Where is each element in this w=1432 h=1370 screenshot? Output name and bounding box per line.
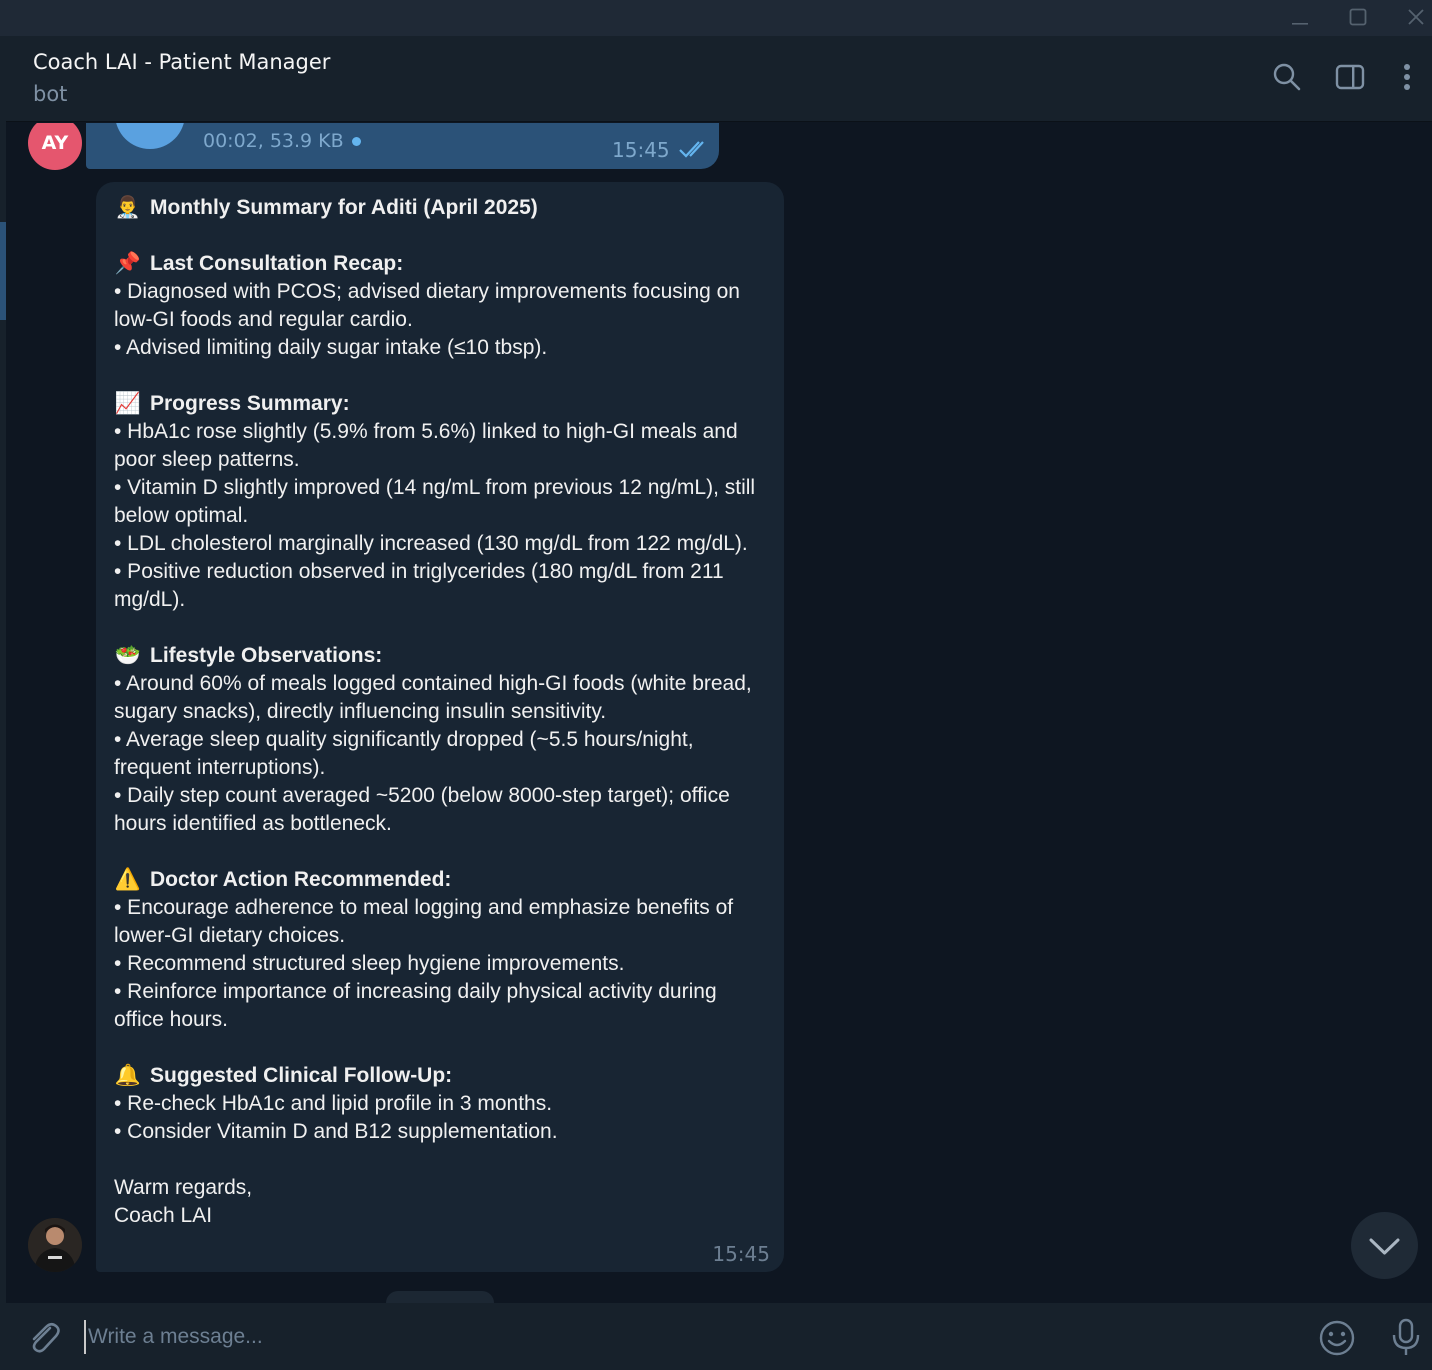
more-vertical-icon [1404, 64, 1410, 90]
message-input[interactable] [84, 1320, 1284, 1354]
summary-title-row: 👨‍⚕️ Monthly Summary for Aditi (April 202… [114, 194, 766, 222]
smiley-icon [1319, 1320, 1355, 1356]
list-item: • Daily step count averaged ~5200 (below… [114, 784, 730, 835]
maximize-icon [1349, 8, 1367, 26]
maximize-button[interactable] [1343, 4, 1373, 32]
search-icon [1273, 63, 1301, 91]
sidebar-toggle-button[interactable] [1335, 62, 1365, 96]
warning-emoji-icon: ⚠️ [114, 868, 142, 891]
list-item: • Reinforce importance of increasing dai… [114, 980, 717, 1031]
message-time: 15:45 [612, 138, 670, 162]
closing-text: Warm regards, [114, 1176, 253, 1199]
emoji-button[interactable] [1318, 1319, 1356, 1361]
pushpin-emoji-icon: 📌 [114, 252, 142, 275]
chart-increasing-emoji-icon: 📈 [114, 392, 142, 415]
summary-title: Monthly Summary for Aditi (April 2025) [150, 196, 538, 219]
list-item: • Advised limiting daily sugar intake (≤… [114, 336, 548, 359]
unplayed-dot [351, 137, 361, 146]
double-check-icon [679, 141, 704, 158]
date-divider [386, 1291, 494, 1303]
list-item: • Positive reduction observed in triglyc… [114, 560, 724, 611]
search-button[interactable] [1272, 62, 1302, 96]
list-item: • Consider Vitamin D and B12 supplementa… [114, 1120, 558, 1143]
chevron-down-icon [1369, 1238, 1400, 1255]
section-heading: Suggested Clinical Follow-Up: [150, 1064, 453, 1087]
chat-title: Coach LAI - Patient Manager [33, 50, 331, 74]
composer-bar [6, 1303, 1432, 1370]
section-progress-summary: 📈 Progress Summary: • HbA1c rose slightly… [114, 390, 766, 614]
list-item: • LDL cholesterol marginally increased (… [114, 532, 748, 555]
message-time: 15:45 [712, 1242, 770, 1266]
voice-message-bubble[interactable]: 00:02, 53.9 KB 15:45 [86, 123, 719, 169]
bell-emoji-icon: 🔔 [114, 1064, 142, 1087]
coach-photo-icon [28, 1218, 82, 1272]
message-list[interactable]: 00:02, 53.9 KB 15:45 AY 👨‍⚕️ Monthly Summ… [6, 123, 1432, 1303]
section-consultation-recap: 📌 Last Consultation Recap: • Diagnosed wi… [114, 250, 766, 362]
list-item: • Encourage adherence to meal logging an… [114, 896, 734, 947]
salad-emoji-icon: 🥗 [114, 644, 142, 667]
voice-record-button[interactable] [1391, 1317, 1421, 1361]
doctor-emoji-icon: 👨‍⚕️ [114, 196, 142, 219]
chat-header[interactable]: Coach LAI - Patient Manager bot [6, 36, 1432, 122]
chat-subtitle: bot [33, 82, 68, 106]
play-button[interactable] [115, 123, 185, 149]
list-item: • Around 60% of meals logged contained h… [114, 672, 752, 723]
attach-button[interactable] [26, 1319, 62, 1361]
minimize-icon [1292, 23, 1308, 25]
section-heading: Doctor Action Recommended: [150, 868, 452, 891]
list-item: • Average sleep quality significantly dr… [114, 728, 694, 779]
close-button[interactable] [1401, 4, 1431, 32]
minimize-button[interactable] [1285, 4, 1315, 32]
window-titlebar [0, 0, 1432, 36]
sidebar-panel-icon [1335, 64, 1365, 90]
list-item: • Diagnosed with PCOS; advised dietary i… [114, 280, 740, 331]
section-lifestyle-observations: 🥗 Lifestyle Observations: • Around 60% of… [114, 642, 766, 838]
section-heading: Lifestyle Observations: [150, 644, 383, 667]
list-item: • Re-check HbA1c and lipid profile in 3 … [114, 1092, 553, 1115]
section-clinical-follow-up: 🔔 Suggested Clinical Follow-Up: • Re-chec… [114, 1062, 766, 1146]
section-heading: Progress Summary: [150, 392, 350, 415]
section-doctor-action: ⚠️ Doctor Action Recommended: • Encourage… [114, 866, 766, 1034]
voice-duration-size: 00:02, 53.9 KB [203, 130, 344, 152]
signature-text: Coach LAI [114, 1204, 213, 1227]
section-heading: Last Consultation Recap: [150, 252, 404, 275]
bot-avatar[interactable] [28, 1218, 82, 1272]
signature-block: Warm regards, Coach LAI [114, 1174, 766, 1230]
microphone-icon [1392, 1318, 1420, 1355]
list-item: • Recommend structured sleep hygiene imp… [114, 952, 625, 975]
voice-message-meta: 00:02, 53.9 KB [203, 130, 361, 152]
close-icon [1408, 9, 1424, 25]
summary-message-bubble[interactable]: 👨‍⚕️ Monthly Summary for Aditi (April 202… [96, 182, 784, 1272]
paperclip-icon [32, 1322, 60, 1353]
scroll-to-bottom-button[interactable] [1351, 1212, 1418, 1279]
more-menu-button[interactable] [1399, 62, 1415, 96]
avatar[interactable]: AY [28, 123, 82, 170]
list-item: • Vitamin D slightly improved (14 ng/mL … [114, 476, 756, 527]
list-item: • HbA1c rose slightly (5.9% from 5.6%) l… [114, 420, 738, 471]
